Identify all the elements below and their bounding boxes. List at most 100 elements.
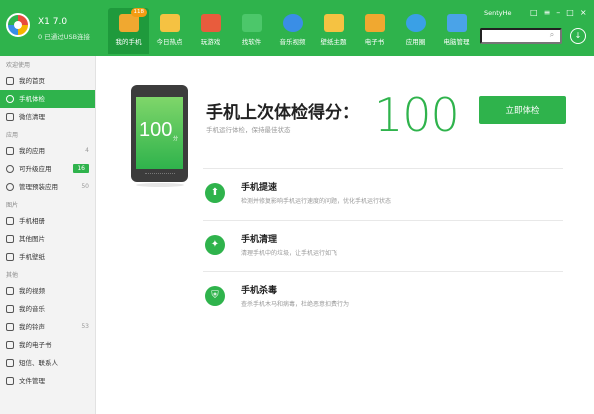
item-count: 53 xyxy=(81,323,89,330)
window-controls: □ ≡ – □ × xyxy=(530,8,587,17)
sidebar-item-label: 我的音乐 xyxy=(19,305,45,313)
phone-illustration: 100 分 xyxy=(131,85,188,182)
user-name[interactable]: SentyHe xyxy=(484,9,512,17)
sidebar-item-label: 可升级应用 xyxy=(19,165,52,173)
sidebar-item-label: 我的首页 xyxy=(19,77,45,85)
top-bar: X1 7.0 0 已通过USB连接 118 我的手机 今日热点 玩游戏 找软件 … xyxy=(0,0,594,56)
shield-icon: ⛨ xyxy=(205,286,225,306)
divider xyxy=(203,168,563,169)
nav-hot-today[interactable]: 今日热点 xyxy=(149,8,190,54)
nav-games[interactable]: 玩游戏 xyxy=(190,8,231,54)
sidebar-item-home[interactable]: 我的首页 xyxy=(0,72,95,90)
phone-shadow xyxy=(136,183,184,187)
sidebar-item-preinstalled[interactable]: 管理预装应用 50 xyxy=(0,178,95,196)
check-icon xyxy=(6,95,14,103)
upgrade-icon xyxy=(6,165,14,173)
home-icon xyxy=(6,77,14,85)
sidebar-item-label: 管理预装应用 xyxy=(19,183,58,191)
wechat-icon xyxy=(6,113,14,121)
update-badge: 118 xyxy=(130,8,147,17)
gear-icon xyxy=(6,183,14,191)
menu-icon[interactable]: ≡ xyxy=(544,8,551,17)
app-logo xyxy=(6,13,30,37)
close-icon[interactable]: × xyxy=(580,8,587,17)
feature-desc: 清理手机中的垃圾，让手机运行如飞 xyxy=(241,250,338,257)
sidebar-item-other-images[interactable]: 其他图片 xyxy=(0,230,95,248)
sidebar-item-label: 短信、联系人 xyxy=(19,359,58,367)
sidebar-item-videos[interactable]: 我的视频 xyxy=(0,282,95,300)
sidebar-item-upgradable[interactable]: 可升级应用 16 xyxy=(0,160,95,178)
image-icon xyxy=(6,235,14,243)
broom-icon: ✦ xyxy=(205,235,225,255)
sidebar-item-sms-contacts[interactable]: 短信、联系人 xyxy=(0,354,95,372)
sidebar-item-ebooks[interactable]: 我的电子书 xyxy=(0,336,95,354)
nav-wallpaper[interactable]: 壁纸主题 xyxy=(313,8,354,54)
sidebar-item-label: 我的铃声 xyxy=(19,323,45,331)
sidebar-item-label: 我的应用 xyxy=(19,147,45,155)
sidebar-item-label: 手机体检 xyxy=(19,95,45,103)
item-count: 50 xyxy=(81,183,89,190)
nav-music-video[interactable]: 音乐视频 xyxy=(272,8,313,54)
wallpaper-icon xyxy=(6,253,14,261)
minimize-icon[interactable]: – xyxy=(556,8,560,17)
sidebar-item-wechat-clean[interactable]: 微信清理 xyxy=(0,108,95,126)
feedback-icon[interactable]: □ xyxy=(530,8,538,17)
score-subtitle: 手机运行体检，保持最佳状态 xyxy=(206,126,291,134)
section-title: 应用 xyxy=(6,132,19,139)
sidebar-item-wallpapers[interactable]: 手机壁纸 xyxy=(0,248,95,266)
feature-speedup[interactable]: ⬆ 手机提速 检测并修复影响手机运行速度的问题，优化手机运行状态 xyxy=(203,174,563,222)
wallpaper-icon xyxy=(323,14,344,32)
sidebar: 欢迎使用 我的首页 手机体检 微信清理 应用 我的应用 4 可升级应用 16 管理预… xyxy=(0,56,96,414)
feature-title: 手机杀毒 xyxy=(241,286,278,296)
sidebar-item-phone-check[interactable]: 手机体检 xyxy=(0,90,95,108)
feature-title: 手机清理 xyxy=(241,235,278,245)
section-title: 其他 xyxy=(6,272,19,279)
nav-software[interactable]: 找软件 xyxy=(231,8,272,54)
apps-icon xyxy=(241,14,262,32)
nav-label: 电脑管理 xyxy=(443,38,470,46)
sidebar-item-label: 手机壁纸 xyxy=(19,253,45,261)
play-icon xyxy=(282,14,303,32)
section-title: 图片 xyxy=(6,202,19,209)
sidebar-item-label: 我的电子书 xyxy=(19,341,52,349)
nav-my-phone[interactable]: 118 我的手机 xyxy=(108,8,149,54)
nav-label: 今日热点 xyxy=(156,38,183,46)
feature-desc: 检测并修复影响手机运行速度的问题，优化手机运行状态 xyxy=(241,198,392,205)
apps-icon xyxy=(6,147,14,155)
sidebar-item-label: 我的视频 xyxy=(19,287,45,295)
sidebar-item-files[interactable]: 文件管理 xyxy=(0,372,95,390)
sidebar-item-my-apps[interactable]: 我的应用 4 xyxy=(0,142,95,160)
phone-score-unit: 分 xyxy=(173,136,179,142)
sidebar-item-album[interactable]: 手机相册 xyxy=(0,212,95,230)
divider xyxy=(203,271,563,272)
phone-score: 100 xyxy=(139,119,173,141)
sidebar-item-label: 微信清理 xyxy=(19,113,45,121)
book-icon xyxy=(6,341,14,349)
sidebar-item-music[interactable]: 我的音乐 xyxy=(0,300,95,318)
feature-clean[interactable]: ✦ 手机清理 清理手机中的垃圾，让手机运行如飞 xyxy=(203,226,563,274)
download-icon[interactable]: ↓ xyxy=(570,28,586,44)
circle-icon xyxy=(405,14,426,32)
sidebar-item-ringtones[interactable]: 我的铃声 53 xyxy=(0,318,95,336)
section-title: 欢迎使用 xyxy=(6,62,31,69)
nav-label: 应用圈 xyxy=(405,38,426,46)
phone-screen: 100 分 xyxy=(136,97,183,169)
computer-icon xyxy=(446,14,467,32)
check-now-button[interactable]: 立即体检 xyxy=(479,96,566,124)
message-icon xyxy=(6,359,14,367)
nav-app-circle[interactable]: 应用圈 xyxy=(395,8,436,54)
rocket-icon: ⬆ xyxy=(205,183,225,203)
nav-label: 找软件 xyxy=(241,38,262,46)
search-icon[interactable]: ⌕ xyxy=(545,30,559,42)
camera-icon xyxy=(6,217,14,225)
nav-ebook[interactable]: 电子书 xyxy=(354,8,395,54)
book-icon xyxy=(364,14,385,32)
maximize-icon[interactable]: □ xyxy=(566,8,574,17)
item-count: 4 xyxy=(85,147,89,154)
phone-buttons xyxy=(145,173,175,176)
nav-label: 音乐视频 xyxy=(279,38,306,46)
nav-pc-manage[interactable]: 电脑管理 xyxy=(436,8,477,54)
sidebar-item-label: 文件管理 xyxy=(19,377,45,385)
feature-antivirus[interactable]: ⛨ 手机杀毒 查杀手机木马和病毒，杜绝恶意扣费行为 xyxy=(203,277,563,325)
nav-label: 玩游戏 xyxy=(200,38,221,46)
